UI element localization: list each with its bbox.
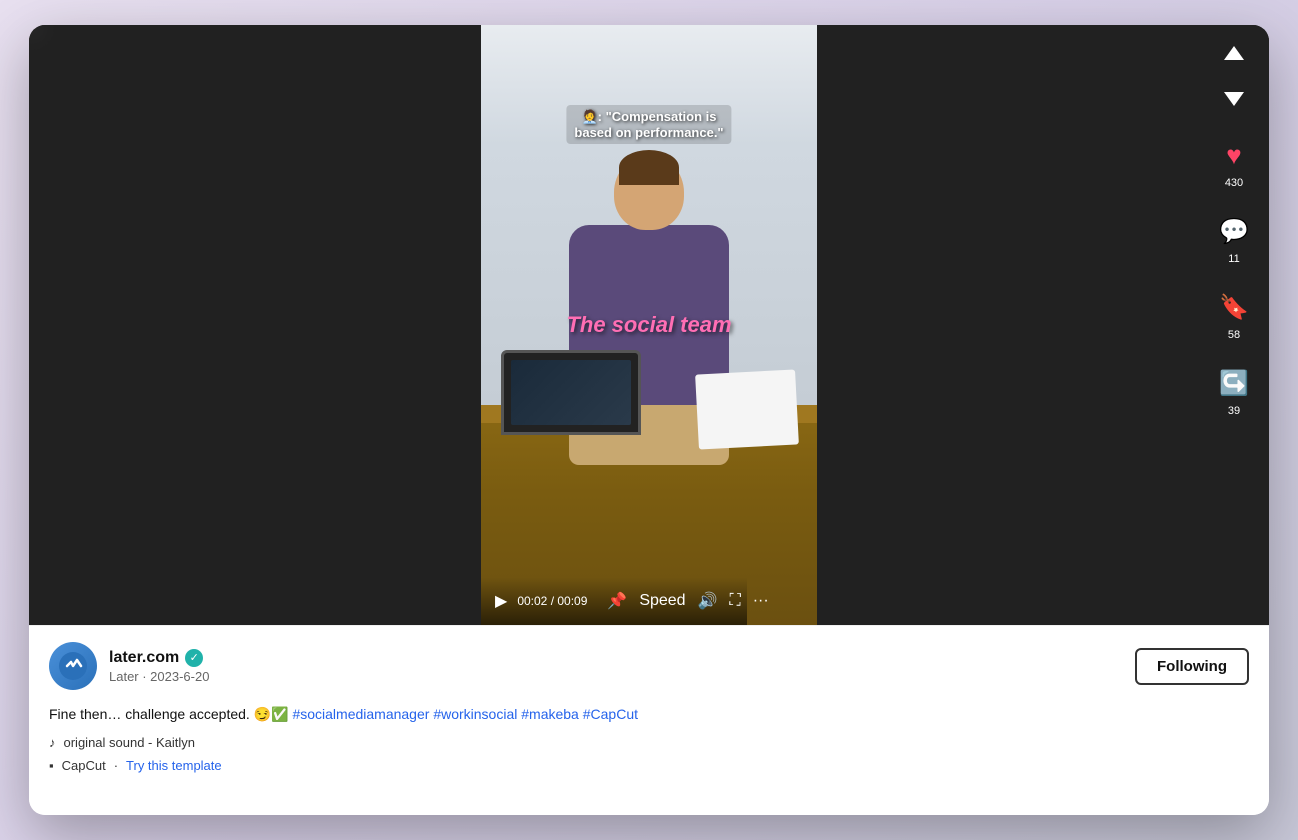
pin-icon[interactable]: 📌 bbox=[607, 591, 627, 611]
video-caption-center: The social team bbox=[566, 312, 731, 338]
hashtag-capcut[interactable]: #CapCut bbox=[583, 706, 638, 722]
hashtag-socialmediamanager[interactable]: #socialmediamanager bbox=[292, 706, 429, 722]
fullscreen-button[interactable]: ⛶ bbox=[730, 592, 741, 610]
video-center: 🧑‍💼: "Compensation is based on performan… bbox=[481, 25, 817, 625]
comment-button[interactable]: 💬 11 bbox=[1210, 203, 1258, 273]
music-icon: ♪ bbox=[49, 735, 56, 750]
more-button[interactable]: ··· bbox=[753, 592, 769, 610]
info-area: later.com ✓ Later · 2023-6-20 Following … bbox=[29, 625, 1269, 815]
speed-button[interactable]: Speed bbox=[639, 592, 685, 610]
channel-info: later.com ✓ Later · 2023-6-20 bbox=[109, 649, 209, 684]
laptop-screen-inner bbox=[511, 360, 631, 425]
follow-button[interactable]: Following bbox=[1135, 648, 1249, 685]
avatar[interactable] bbox=[49, 642, 97, 690]
nav-down-button[interactable] bbox=[1214, 81, 1254, 117]
video-caption-top: 🧑‍💼: "Compensation is based on performan… bbox=[566, 105, 731, 144]
video-scene: 🧑‍💼: "Compensation is based on performan… bbox=[481, 25, 817, 625]
hashtag-workinsocial[interactable]: #workinsocial bbox=[433, 706, 517, 722]
laptop-screen bbox=[501, 350, 641, 435]
sound-row: ♪ original sound - Kaitlyn bbox=[49, 735, 1249, 750]
capcut-icon: ▪ bbox=[49, 758, 54, 773]
share-button[interactable]: ↪️ 39 bbox=[1210, 355, 1258, 425]
capcut-template-link[interactable]: Try this template bbox=[126, 758, 222, 773]
video-actions-panel: ♥ 430 💬 11 🔖 58 ↪️ 39 bbox=[1199, 25, 1269, 625]
verified-badge: ✓ bbox=[185, 649, 203, 667]
bookmark-icon: 🔖 bbox=[1214, 287, 1254, 327]
description-text: Fine then… challenge accepted. 😏✅ bbox=[49, 706, 292, 722]
nav-up-button[interactable] bbox=[1214, 35, 1254, 71]
volume-button[interactable]: 🔊 bbox=[698, 591, 718, 611]
comment-count: 11 bbox=[1228, 253, 1239, 265]
sound-text: original sound - Kaitlyn bbox=[64, 735, 196, 750]
time-display: 00:02 / 00:09 bbox=[517, 594, 587, 608]
person-head bbox=[614, 155, 684, 230]
video-left-blur bbox=[29, 25, 481, 625]
play-button[interactable]: ▶ bbox=[495, 591, 507, 611]
main-window: 🧑‍💼: "Compensation is based on performan… bbox=[29, 25, 1269, 815]
channel-name[interactable]: later.com bbox=[109, 649, 179, 667]
capcut-row: ▪ CapCut · Try this template bbox=[49, 758, 1249, 773]
channel-name-row: later.com ✓ bbox=[109, 649, 209, 667]
capcut-brand: CapCut bbox=[62, 758, 106, 773]
laptop-prop bbox=[501, 350, 641, 440]
controls-right: 📌 Speed 🔊 ⛶ ··· bbox=[607, 591, 768, 611]
channel-subtitle: Later · 2023-6-20 bbox=[109, 669, 209, 684]
person-hair bbox=[619, 150, 679, 185]
notebook-prop bbox=[695, 369, 799, 449]
share-count: 39 bbox=[1228, 405, 1240, 417]
like-count: 430 bbox=[1225, 177, 1243, 189]
bookmark-count: 58 bbox=[1228, 329, 1240, 341]
like-button[interactable]: ♥ 430 bbox=[1210, 127, 1258, 197]
video-description: Fine then… challenge accepted. 😏✅ #socia… bbox=[49, 704, 1249, 725]
video-controls-bar: ▶ 00:02 / 00:09 📌 Speed 🔊 ⛶ ··· bbox=[481, 577, 747, 625]
heart-icon: ♥ bbox=[1214, 135, 1254, 175]
comment-icon: 💬 bbox=[1214, 211, 1254, 251]
bookmark-button[interactable]: 🔖 58 bbox=[1210, 279, 1258, 349]
capcut-separator: · bbox=[114, 758, 118, 773]
video-container: 🧑‍💼: "Compensation is based on performan… bbox=[29, 25, 1269, 625]
hashtag-makeba[interactable]: #makeba bbox=[521, 706, 579, 722]
share-icon: ↪️ bbox=[1214, 363, 1254, 403]
channel-row: later.com ✓ Later · 2023-6-20 Following bbox=[49, 642, 1249, 690]
